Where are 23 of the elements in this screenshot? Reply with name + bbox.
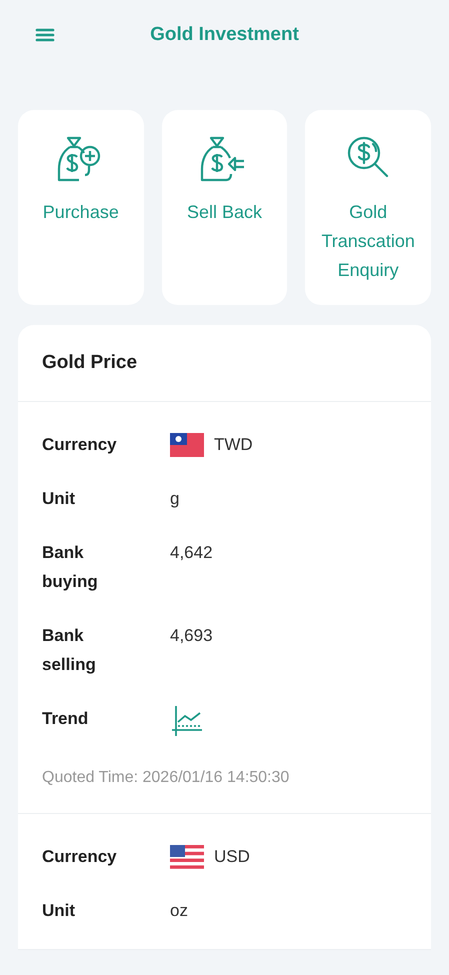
field-label: Unit <box>42 488 76 510</box>
page-title: Gold Investment <box>150 24 299 45</box>
field-label: Bank selling <box>42 625 97 676</box>
field-value: g <box>170 488 180 510</box>
field-label: Currency <box>42 846 118 868</box>
line-chart-icon[interactable] <box>170 704 204 738</box>
field-value: oz <box>170 900 188 922</box>
action-tile[interactable]: Sell Back <box>162 110 288 305</box>
field-label: Unit <box>42 900 76 922</box>
us-flag-icon <box>170 844 204 868</box>
action-tile[interactable]: Gold Transcation Enquiry <box>305 110 431 305</box>
field-label: Trend <box>42 708 90 730</box>
menu-icon[interactable] <box>34 26 56 44</box>
field-value: 4,693 <box>170 625 213 647</box>
taiwan-flag-icon <box>170 432 204 456</box>
field-label: Currency <box>42 434 118 456</box>
field-value: 4,642 <box>170 542 213 564</box>
action-tile[interactable]: Purchase <box>18 110 144 305</box>
field-label: Bank buying <box>42 542 99 593</box>
quoted-time: Quoted Time: 2026/01/16 14:50:30 <box>42 768 290 788</box>
currency-code: USD <box>214 846 250 868</box>
card-title: Gold Price <box>42 352 138 374</box>
currency-code: TWD <box>214 434 253 456</box>
